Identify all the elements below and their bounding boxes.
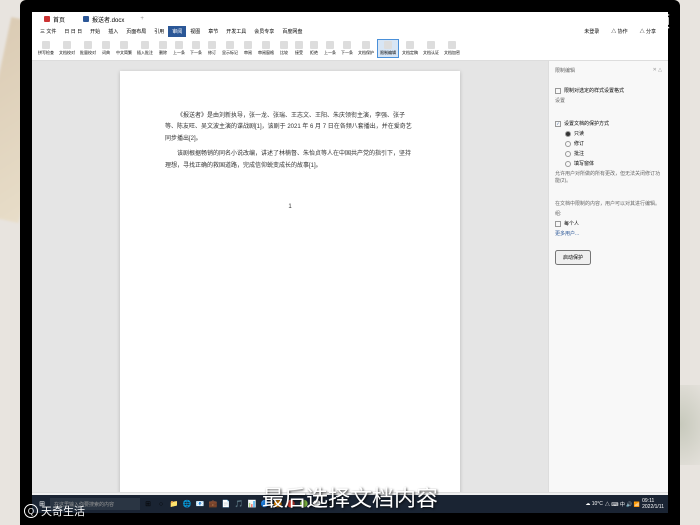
groups-label: 组: <box>555 210 662 217</box>
group-everyone-checkbox[interactable]: 每个人 <box>555 220 662 227</box>
ribbon-tab[interactable]: 会员专享 <box>250 26 278 37</box>
ribbon-tab[interactable]: 插入 <box>104 26 122 37</box>
tray-icons[interactable]: △ ⌨ 中 🔊 📶 <box>605 501 640 508</box>
tool-拼写检查[interactable]: 拼写检查 <box>36 40 56 57</box>
taskbar-app-icon[interactable]: 📊 <box>246 498 258 510</box>
ribbon-tab[interactable]: 开始 <box>86 26 104 37</box>
tool-审阅[interactable]: 审阅 <box>241 40 255 57</box>
page-area[interactable]: 《报送者》是由刘新执导，张一龙、张瑞、王志文、王阳、朱庆领衔主演，李强、张子等、… <box>32 61 548 492</box>
tool-文档定稿[interactable]: 文档定稿 <box>400 40 420 57</box>
tool-文档加密[interactable]: 文档加密 <box>442 40 462 57</box>
tool-下一条[interactable]: 下一条 <box>339 40 355 57</box>
tool-文档认证[interactable]: 文档认证 <box>421 40 441 57</box>
tool-中文简繁[interactable]: 中文简繁 <box>114 40 134 57</box>
tool-文档校对[interactable]: 文档校对 <box>57 40 77 57</box>
taskbar-app-icon[interactable]: ⊞ <box>142 498 154 510</box>
restrict-editing-panel: 限制编辑 ✕ △ 限制对选定的样式设置格式 设置 ✓设置文档的保护方式 只读修订… <box>548 61 668 492</box>
tool-显示标记[interactable]: 显示标记 <box>220 40 240 57</box>
taskbar-app-icon[interactable]: ○ <box>155 498 167 510</box>
more-users-link[interactable]: 更多用户... <box>555 230 662 237</box>
tool-比较[interactable]: 比较 <box>277 40 291 57</box>
word-icon <box>83 16 89 22</box>
tool-插入批注[interactable]: 插入批注 <box>135 40 155 57</box>
wps-icon <box>44 16 50 22</box>
taskbar-app-icon[interactable]: 🎵 <box>233 498 245 510</box>
page-number: 1 <box>165 202 415 213</box>
exceptions-description: 在文档中限制的内容，用户可以对其进行编辑。 <box>555 200 662 207</box>
tool-拒绝[interactable]: 拒绝 <box>307 40 321 57</box>
ribbon: 三 文件日 日 日开始插入页面布局引用审阅视图章节开发工具会员专享百度网盘未登录… <box>32 26 668 61</box>
ribbon-tab[interactable]: 章节 <box>204 26 222 37</box>
system-tray[interactable]: ☁ 10°C △ ⌨ 中 🔊 📶 09:112022/1/11 <box>585 498 664 510</box>
brand-logo: Q 天奇生活 <box>24 503 85 519</box>
new-tab-button[interactable]: + <box>140 16 144 22</box>
ribbon-tab[interactable]: 视图 <box>186 26 204 37</box>
taskbar-app-icon[interactable]: 💼 <box>207 498 219 510</box>
paragraph-1[interactable]: 《报送者》是由刘新执导，张一龙、张瑞、王志文、王阳、朱庆领衔主演，李强、张子等、… <box>165 111 415 145</box>
tool-接受[interactable]: 接受 <box>292 40 306 57</box>
ribbon-tab[interactable]: 开发工具 <box>222 26 250 37</box>
start-protection-button[interactable]: 启动保护 <box>555 250 591 265</box>
ribbon-tab[interactable]: 百度网盘 <box>278 26 306 37</box>
ribbon-tab[interactable]: 审阅 <box>168 26 186 37</box>
monitor-bezel: 首页 报送者.docx + 三 文件日 日 日开始插入页面布局引用审阅视图章节开… <box>20 0 680 525</box>
format-restrict-checkbox[interactable]: 限制对选定的样式设置格式 <box>555 87 662 94</box>
screen: 首页 报送者.docx + 三 文件日 日 日开始插入页面布局引用审阅视图章节开… <box>32 12 668 513</box>
tool-审阅窗格[interactable]: 审阅窗格 <box>256 40 276 57</box>
tool-上一条[interactable]: 上一条 <box>171 40 187 57</box>
protect-option-radio[interactable]: 批注 <box>565 150 662 157</box>
tab-home[interactable]: 首页 <box>36 13 73 26</box>
tool-词典[interactable]: 词典 <box>99 40 113 57</box>
panel-title: 限制编辑 <box>555 67 575 74</box>
clock[interactable]: 09:112022/1/11 <box>642 498 664 510</box>
protect-mode-checkbox[interactable]: ✓设置文档的保护方式 <box>555 120 662 127</box>
protect-description: 允许用户对所做的所有更改，但无法关闭修订功能(2)。 <box>555 170 662 184</box>
ribbon-tab[interactable]: 页面布局 <box>122 26 150 37</box>
content-area: 《报送者》是由刘新执导，张一龙、张瑞、王志文、王阳、朱庆领衔主演，李强、张子等、… <box>32 61 668 492</box>
tool-上一条[interactable]: 上一条 <box>322 40 338 57</box>
tool-修订[interactable]: 修订 <box>205 40 219 57</box>
tool-限制编辑[interactable]: 限制编辑 <box>377 39 399 58</box>
weather-widget[interactable]: ☁ 10°C <box>585 501 603 507</box>
taskbar-app-icon[interactable]: 📄 <box>220 498 232 510</box>
logo-icon: Q <box>24 504 38 518</box>
ribbon-tab[interactable]: 日 日 日 <box>60 26 86 37</box>
protect-option-radio[interactable]: 填写窗体 <box>565 160 662 167</box>
watermark: 天奇·视频 <box>597 8 670 32</box>
video-subtitle: 最后选择文档内容 <box>262 481 438 513</box>
ribbon-tab[interactable]: 三 文件 <box>36 26 60 37</box>
taskbar-app-icon[interactable]: 📁 <box>168 498 180 510</box>
settings-link[interactable]: 设置 <box>555 97 662 104</box>
taskbar-app-icon[interactable]: 🌐 <box>181 498 193 510</box>
panel-close-button[interactable]: ✕ △ <box>653 67 662 74</box>
document-page[interactable]: 《报送者》是由刘新执导，张一龙、张瑞、王志文、王阳、朱庆领衔主演，李强、张子等、… <box>120 71 460 492</box>
tool-批量校对[interactable]: 批量校对 <box>78 40 98 57</box>
tool-删除[interactable]: 删除 <box>156 40 170 57</box>
tool-下一条[interactable]: 下一条 <box>188 40 204 57</box>
ribbon-tab[interactable]: 引用 <box>150 26 168 37</box>
protect-option-radio[interactable]: 修订 <box>565 140 662 147</box>
ribbon-toolbar: 拼写检查文档校对批量校对词典中文简繁插入批注删除上一条下一条修订显示标记审阅审阅… <box>32 36 668 60</box>
protect-option-radio[interactable]: 只读 <box>565 130 662 137</box>
tab-document[interactable]: 报送者.docx <box>75 13 132 26</box>
taskbar-app-icon[interactable]: 📧 <box>194 498 206 510</box>
ribbon-tabs: 三 文件日 日 日开始插入页面布局引用审阅视图章节开发工具会员专享百度网盘未登录… <box>32 26 668 36</box>
paragraph-2[interactable]: 该剧根据畅销的同名小说改编，讲述了林楠督、朱怡贞等人在中国共产党的指引下，坚持理… <box>165 149 415 172</box>
titlebar: 首页 报送者.docx + <box>32 12 668 26</box>
tool-文档保护[interactable]: 文档保护 <box>356 40 376 57</box>
